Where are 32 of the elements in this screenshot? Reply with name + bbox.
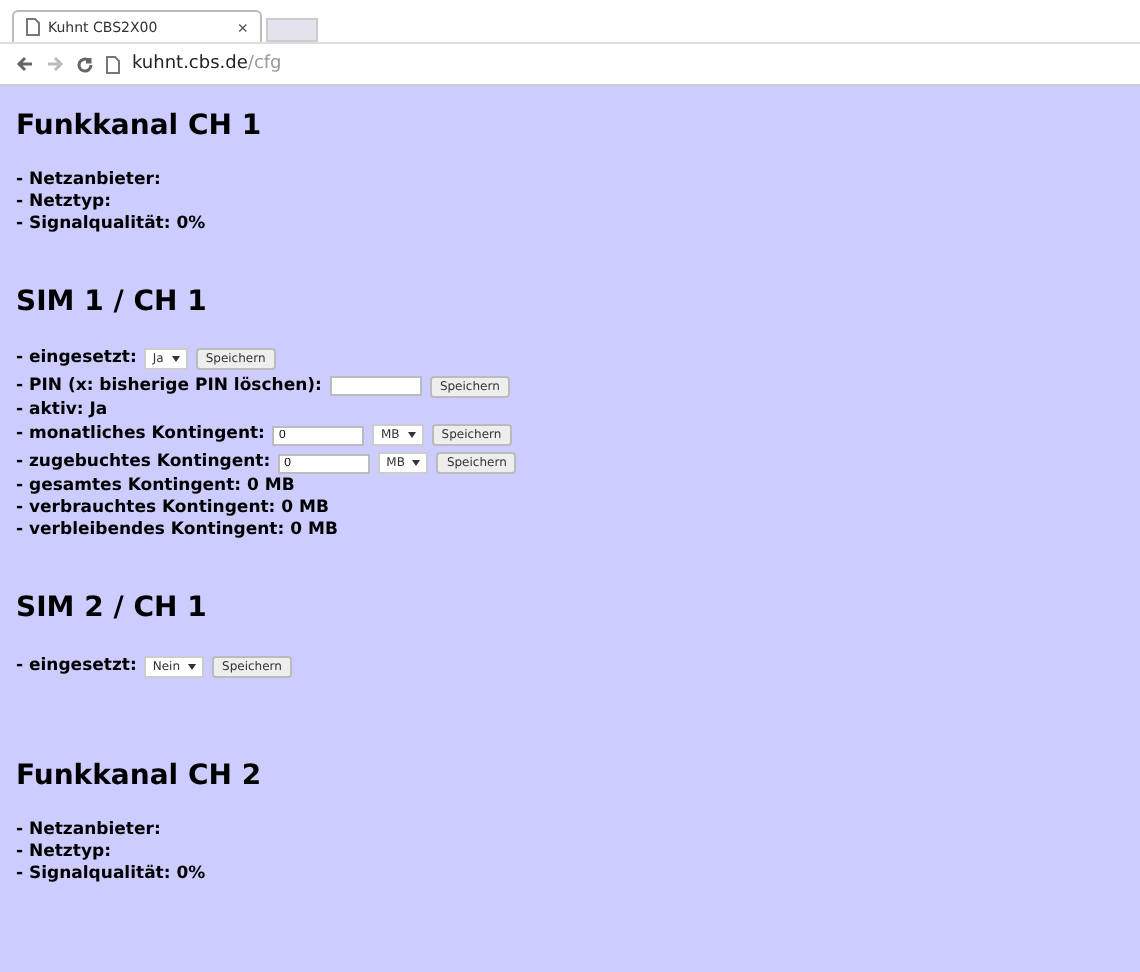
forward-icon[interactable] [46, 56, 64, 72]
field-label: - aktiv: Ja [16, 400, 108, 423]
field-label: - gesamtes Kontingent: 0 MB [16, 476, 295, 499]
section-heading: Funkkanal CH 2 [16, 759, 264, 794]
caret-icon [171, 356, 180, 363]
page-icon [106, 55, 120, 73]
input-field[interactable] [329, 376, 422, 397]
field-label: - monatliches Kontingent: [16, 424, 265, 447]
close-tab-button[interactable]: × [237, 17, 248, 37]
new-tab-button[interactable] [266, 18, 318, 42]
field-label: - verbleibendes Kontingent: 0 MB [16, 520, 338, 543]
field-label: - eingesetzt: [16, 655, 137, 678]
field-label: - eingesetzt: [16, 348, 137, 371]
field-label: - Signalqualität: 0% [16, 214, 206, 236]
section-heading: SIM 2 / CH 1 [16, 592, 209, 627]
caret-icon [188, 663, 197, 670]
field-label: - Netzanbieter: [16, 170, 161, 192]
section-heading: SIM 1 / CH 1 [16, 286, 209, 320]
field-label: - Signalqualität: 0% [16, 863, 206, 886]
page-icon [26, 18, 40, 36]
reload-icon[interactable] [76, 55, 94, 73]
field-label: - zugebuchtes Kontingent: [16, 452, 271, 475]
address-bar[interactable]: kuhnt.cbs.de/cfg [132, 54, 282, 74]
section-heading: Funkkanal CH 1 [16, 110, 264, 144]
field-label: - Netztyp: [16, 841, 111, 864]
caret-icon [407, 432, 416, 439]
back-icon[interactable] [16, 56, 34, 72]
field-label: - Netztyp: [16, 192, 111, 214]
field-label: - Netzanbieter: [16, 819, 161, 842]
caret-icon [412, 460, 421, 467]
field-label: - PIN (x: bisherige PIN löschen): [16, 375, 322, 398]
field-label: - verbrauchtes Kontingent: 0 MB [16, 498, 329, 521]
